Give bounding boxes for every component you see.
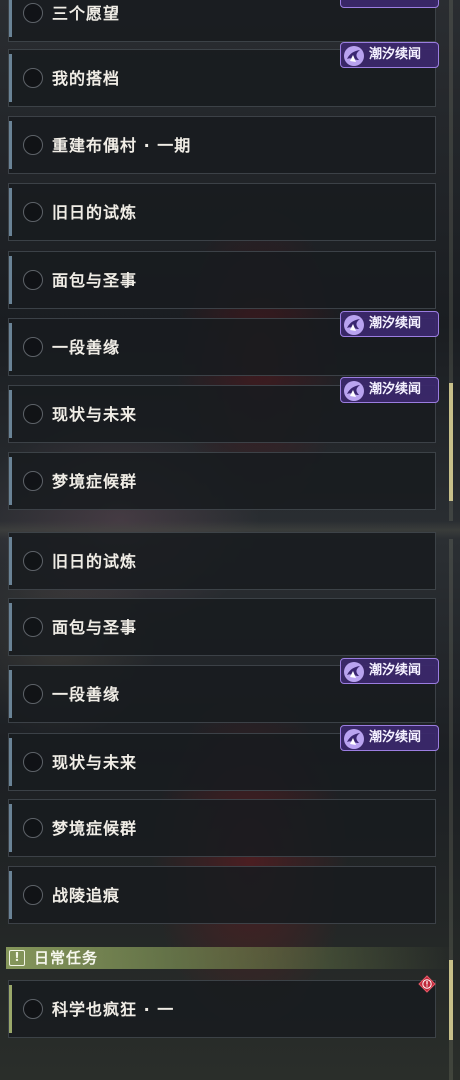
quest-accent-bar <box>9 54 12 102</box>
quest-label: 旧日的试炼 <box>52 203 138 222</box>
quest-label: 旧日的试炼 <box>52 552 138 571</box>
quest-radio[interactable] <box>23 3 43 23</box>
quest-radio[interactable] <box>23 135 43 155</box>
scrollbar-thumb[interactable] <box>449 383 453 501</box>
quest-accent-bar <box>9 804 12 852</box>
quest-accent-bar <box>9 738 12 786</box>
quest-accent-bar <box>9 188 12 236</box>
quest-item-mian-bao-yu-sheng-shi[interactable]: 面包与圣事 <box>8 251 436 309</box>
quest-item-jiu-ri-de-shi-lian[interactable]: 旧日的试炼 <box>8 183 436 241</box>
tide-tag: 潮汐续闻 <box>340 377 439 403</box>
quest-label: 科学也疯狂 · 一 <box>52 1000 175 1019</box>
quest-radio[interactable] <box>23 404 43 424</box>
section-title: 日常任务 <box>34 949 99 967</box>
quest-radio[interactable] <box>23 617 43 637</box>
tag-label: 潮汐续闻 <box>369 47 422 62</box>
tide-wave-icon <box>344 46 364 66</box>
quest-item-meng-jing-zheng-hou-qun[interactable]: 梦境症候群 <box>8 799 436 857</box>
quest-label: 梦境症候群 <box>52 472 138 491</box>
quest-label: 一段善缘 <box>52 685 121 704</box>
quest-item-zhan-ling-zhui-hen[interactable]: 战陵追痕 <box>8 866 436 924</box>
quest-item-chong-jian-bu-ou-cun[interactable]: 重建布偶村 · 一期 <box>8 116 436 174</box>
tide-tag: 潮汐续闻 <box>340 658 439 684</box>
tide-tag: 潮汐续闻 <box>340 725 439 751</box>
quest-label: 面包与圣事 <box>52 618 138 637</box>
quest-label: 战陵追痕 <box>52 886 121 905</box>
quest-radio[interactable] <box>23 68 43 88</box>
quest-label: 现状与未来 <box>52 753 138 772</box>
quest-label: 梦境症候群 <box>52 819 138 838</box>
quest-accent-bar <box>9 603 12 651</box>
quest-item-jiu-ri-de-shi-lian[interactable]: 旧日的试炼 <box>8 532 436 590</box>
quest-label: 重建布偶村 · 一期 <box>52 136 192 155</box>
tide-tag: 潮汐续闻 <box>340 42 439 68</box>
tag-label: 潮汐续闻 <box>369 663 422 678</box>
tag-label: 潮汐续闻 <box>369 730 422 745</box>
daily-quests-header[interactable]: ! 日常任务 <box>6 947 454 969</box>
quest-radio[interactable] <box>23 270 43 290</box>
quest-accent-bar <box>9 390 12 438</box>
scrollbar-thumb[interactable] <box>449 960 453 1040</box>
quest-item-ke-xue-ye-feng-kuang[interactable]: 科学也疯狂 · 一 <box>8 980 436 1038</box>
quest-label: 一段善缘 <box>52 338 121 357</box>
quest-radio[interactable] <box>23 471 43 491</box>
tide-tag: 潮汐续闻 <box>340 0 439 8</box>
quest-accent-bar <box>9 323 12 371</box>
quest-accent-bar <box>9 256 12 304</box>
quest-label: 我的搭档 <box>52 69 121 88</box>
tide-wave-icon <box>344 315 364 335</box>
quest-label: 现状与未来 <box>52 405 138 424</box>
quest-radio[interactable] <box>23 337 43 357</box>
tide-wave-icon <box>344 662 364 682</box>
quest-radio[interactable] <box>23 999 43 1019</box>
quest-accent-bar <box>9 871 12 919</box>
quest-radio[interactable] <box>23 684 43 704</box>
quest-label: 面包与圣事 <box>52 271 138 290</box>
tag-label: 潮汐续闻 <box>369 382 422 397</box>
quest-accent-bar <box>9 0 12 37</box>
exclamation-box-icon: ! <box>9 950 25 966</box>
tide-tag: 潮汐续闻 <box>340 311 439 337</box>
quest-item-mian-bao-yu-sheng-shi[interactable]: 面包与圣事 <box>8 598 436 656</box>
quest-radio[interactable] <box>23 202 43 222</box>
quest-accent-bar <box>9 985 12 1033</box>
quest-accent-bar <box>9 670 12 718</box>
tag-label: 潮汐续闻 <box>369 0 421 7</box>
alert-diamond-icon <box>418 975 436 993</box>
quest-accent-bar <box>9 457 12 505</box>
quest-item-meng-jing-zheng-hou-qun[interactable]: 梦境症候群 <box>8 452 436 510</box>
tag-label: 潮汐续闻 <box>369 316 422 331</box>
quest-radio[interactable] <box>23 551 43 571</box>
tide-wave-icon <box>344 381 364 401</box>
tide-wave-icon <box>344 729 364 749</box>
quest-radio[interactable] <box>23 818 43 838</box>
quest-accent-bar <box>9 537 12 585</box>
quest-label: 三个愿望 <box>52 4 121 23</box>
quest-accent-bar <box>9 121 12 169</box>
quest-radio[interactable] <box>23 885 43 905</box>
quest-radio[interactable] <box>23 752 43 772</box>
